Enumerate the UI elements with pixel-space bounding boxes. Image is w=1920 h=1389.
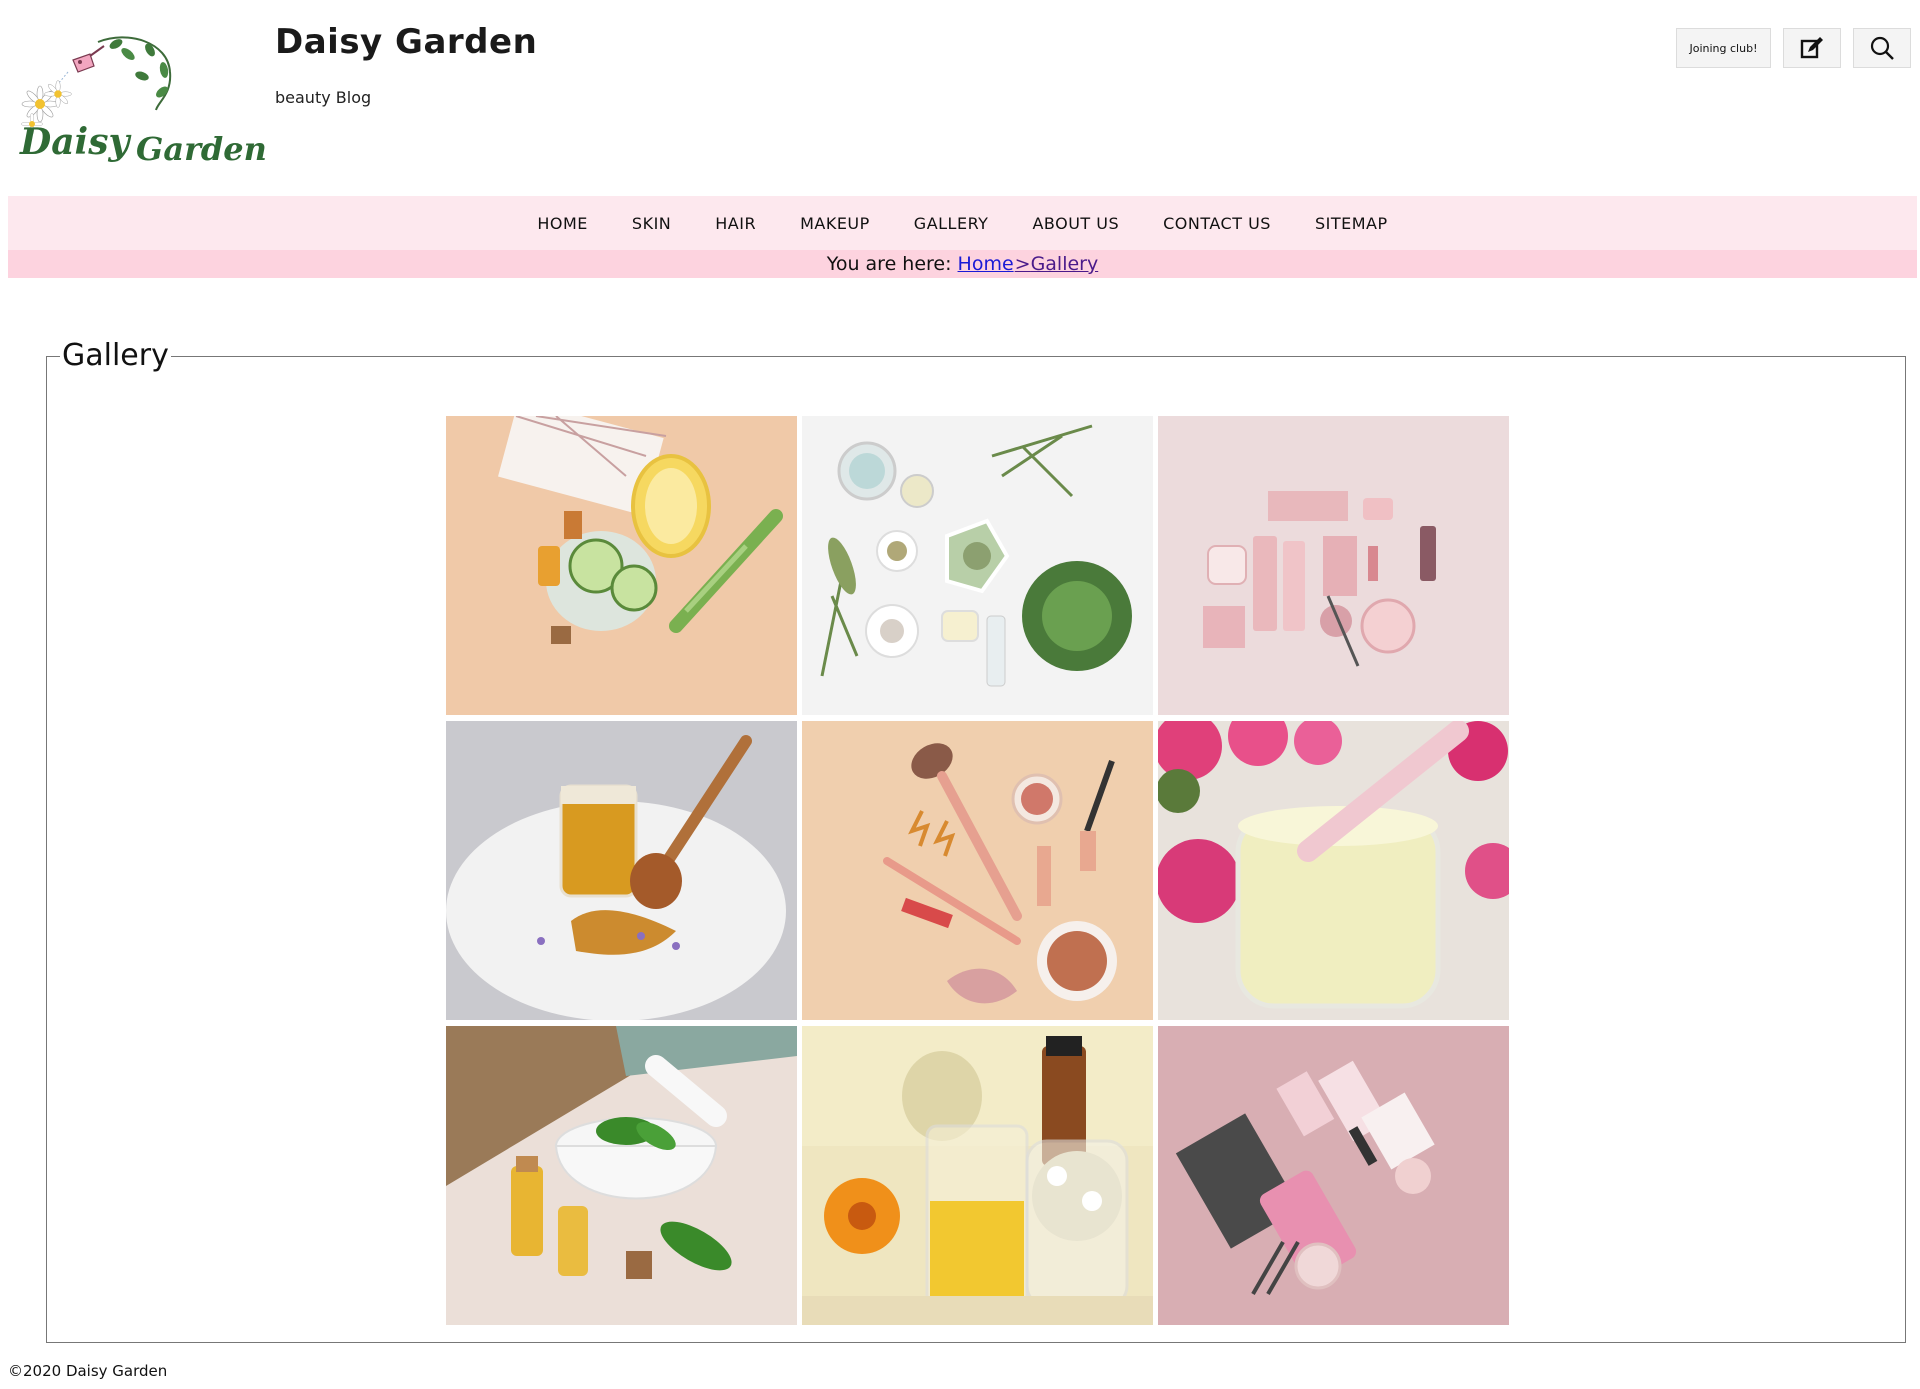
main-nav: HOME SKIN HAIR MAKEUP GALLERY ABOUT US C… [8,196,1917,250]
footer-copyright: ©2020 Daisy Garden [8,1362,168,1380]
gallery-image-pink-cosmetics[interactable] [1158,416,1509,715]
nav-makeup[interactable]: MAKEUP [800,214,870,233]
breadcrumb: You are here: Home > Gallery [8,250,1917,278]
svg-text:Daisy: Daisy [19,121,131,163]
gallery-image-makeup-brushes[interactable] [802,721,1153,1020]
gallery-image-calendula-oil[interactable] [802,1026,1153,1325]
search-button[interactable] [1853,28,1911,68]
nav-about-us[interactable]: ABOUT US [1032,214,1119,233]
search-icon [1870,36,1894,60]
gallery-image-skincare-ingredients[interactable] [446,416,797,715]
nav-sitemap[interactable]: SITEMAP [1315,214,1388,233]
breadcrumb-gallery-link[interactable]: Gallery [1031,253,1099,275]
gallery-image-cream-roses[interactable] [1158,721,1509,1020]
gallery-image-herbal-bowls[interactable] [802,416,1153,715]
edit-icon [1800,37,1823,59]
gallery-grid [446,416,1509,1326]
site-header: Daisy Garden Daisy Garden beauty Blog Jo… [0,0,1920,196]
nav-contact-us[interactable]: CONTACT US [1163,214,1271,233]
breadcrumb-prefix: You are here: [826,253,952,275]
gallery-image-pink-flatlay[interactable] [1158,1026,1509,1325]
nav-gallery[interactable]: GALLERY [914,214,989,233]
breadcrumb-separator: > [1014,253,1031,275]
nav-skin[interactable]: SKIN [632,214,671,233]
svg-text:Garden: Garden [136,130,267,168]
nav-home[interactable]: HOME [537,214,588,233]
breadcrumb-home-link[interactable]: Home [958,253,1014,275]
daisy-garden-logo[interactable]: Daisy Garden [18,32,268,182]
site-tagline: beauty Blog [275,88,372,107]
edit-button[interactable] [1783,28,1841,68]
gallery-image-mortar-basil[interactable] [446,1026,797,1325]
gallery-legend: Gallery [60,338,171,373]
joining-club-button[interactable]: Joining club! [1676,28,1771,68]
site-title[interactable]: Daisy Garden [275,22,537,62]
gallery-image-honey-jar[interactable] [446,721,797,1020]
nav-hair[interactable]: HAIR [715,214,756,233]
